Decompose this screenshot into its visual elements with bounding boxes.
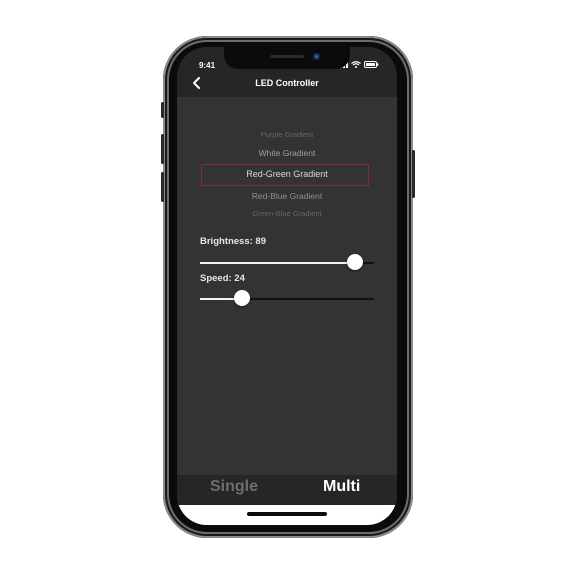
speaker-grille [270,55,304,58]
picker-item-red-green-gradient[interactable]: Red-Green Gradient [177,169,397,179]
front-camera [313,53,320,60]
wifi-icon [351,61,361,68]
brightness-slider[interactable] [200,254,374,270]
volume-up-button [161,134,164,164]
silent-switch [161,102,164,118]
picker-item-red-blue-gradient[interactable]: Red-Blue Gradient [177,191,397,201]
home-indicator[interactable] [247,512,327,516]
volume-down-button [161,172,164,202]
speed-label: Speed: 24 [200,273,245,284]
tab-multi[interactable]: Multi [323,478,360,496]
brightness-slider-fill [200,262,355,264]
home-indicator-area [177,505,397,525]
picker-item-purple-gradient[interactable]: Purple Gradient [177,130,397,139]
brightness-label: Brightness: 89 [200,236,266,247]
gradient-picker[interactable]: Purple Gradient White Gradient Red-Green… [177,125,397,225]
power-button [412,150,415,198]
speed-slider[interactable] [200,290,374,306]
picker-item-white-gradient[interactable]: White Gradient [177,148,397,158]
phone-screen: 9:41 LED Controller Purple Gradient Whit… [177,47,397,525]
page-title: LED Controller [255,78,319,88]
status-time: 9:41 [199,61,216,70]
tab-bar: Single Multi [177,475,397,505]
speed-slider-thumb[interactable] [233,290,250,306]
notch [224,47,350,69]
navigation-bar: LED Controller [177,71,397,97]
battery-icon [364,61,379,68]
tab-single[interactable]: Single [210,478,258,496]
brightness-slider-thumb[interactable] [346,254,363,270]
picker-item-green-blue-gradient[interactable]: Green-Blue Gradient [177,209,397,218]
